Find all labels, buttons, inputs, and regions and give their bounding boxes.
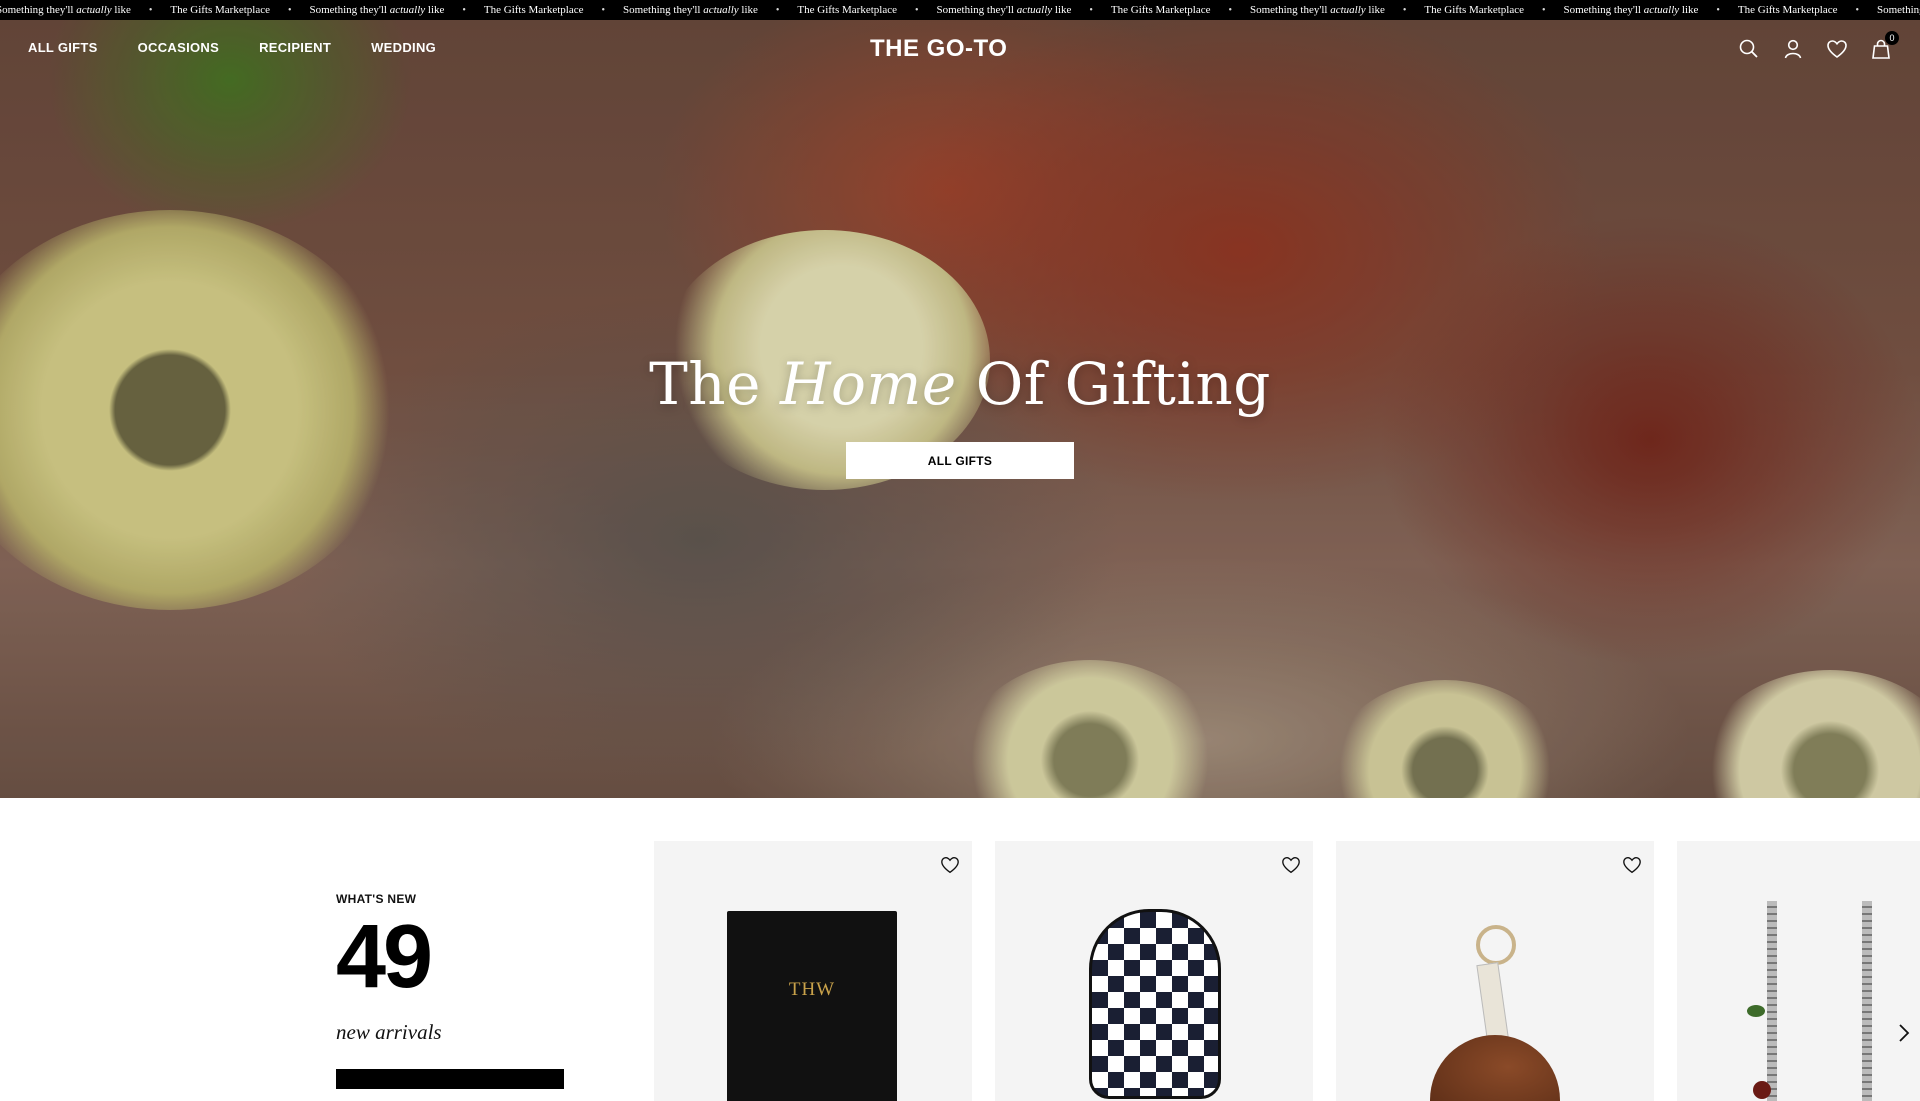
ticker-segment: Something they'll actually like•The Gift… — [1546, 4, 1860, 16]
whats-new-block: WHAT'S NEW 49 new arrivals — [336, 892, 442, 1044]
product-image-earrings — [1747, 901, 1920, 1101]
earring-leaf — [1747, 1005, 1765, 1017]
ticker-separator: • — [601, 4, 605, 16]
main-nav: ALL GIFTS OCCASIONS RECIPIENT WEDDING — [28, 40, 436, 55]
new-arrivals-subtitle: new arrivals — [336, 1020, 442, 1044]
earring-chain-right — [1862, 901, 1872, 1101]
site-logo[interactable]: THE GO-TO — [870, 35, 1007, 63]
product-image-notebook: THW — [727, 911, 897, 1101]
nav-occasions[interactable]: OCCASIONS — [138, 40, 219, 55]
ticker-brand-line: The Gifts Marketplace — [797, 4, 897, 16]
ticker-tagline-post: like — [1365, 4, 1385, 16]
whats-new-label: WHAT'S NEW — [336, 892, 417, 906]
ticker-brand-line: The Gifts Marketplace — [1737, 4, 1838, 16]
ticker-segment: Something they'll actually like•The Gift… — [605, 4, 919, 16]
user-icon[interactable] — [1782, 38, 1804, 60]
product-card-notebook[interactable]: THW — [654, 841, 972, 1101]
hero-title-pre: The — [649, 350, 761, 418]
header-icons: 0 — [1738, 31, 1899, 60]
heart-icon[interactable] — [1281, 855, 1301, 875]
ticker-tagline-em: actually — [76, 4, 112, 16]
hero-title-post: Of Gifting — [975, 350, 1271, 418]
ticker-tagline-pre: Something they'll — [623, 4, 704, 16]
earring-cherry — [1753, 1081, 1771, 1099]
ticker-tagline-pre: Something they'll — [1250, 4, 1331, 16]
cart-count-badge: 0 — [1885, 31, 1899, 45]
heart-icon[interactable] — [1622, 855, 1642, 875]
product-image-paddle-cover — [1089, 909, 1221, 1099]
ticker-separator: • — [1089, 4, 1093, 16]
ticker-tagline-em: actually — [1330, 4, 1366, 16]
ticker-tagline: Something they'll actually like — [1546, 4, 1717, 16]
nav-recipient[interactable]: RECIPIENT — [259, 40, 331, 55]
site-header: ALL GIFTS OCCASIONS RECIPIENT WEDDING TH… — [0, 20, 1920, 80]
ticker-separator: • — [462, 4, 466, 16]
ticker-tagline: Something they'll actually like — [292, 4, 463, 16]
ticker-tagline-em: actually — [1643, 4, 1680, 16]
notebook-monogram: THW — [788, 979, 836, 1000]
ticker-separator: • — [1855, 4, 1859, 16]
ticker-separator: • — [148, 4, 153, 16]
ticker-tagline-pre: Something they'll — [0, 4, 77, 16]
ticker-tagline: Something they'll actually like — [919, 4, 1090, 16]
ticker-track: Something they'll actually like • The Gift… — [0, 0, 1920, 20]
ticker-segment: Something they'll actually like•The Gift… — [1232, 4, 1546, 16]
heart-icon[interactable] — [940, 855, 960, 875]
heart-icon[interactable] — [1826, 38, 1848, 60]
ticker-brand-line: The Gifts Marketplace — [483, 4, 584, 16]
announcement-bar: Something they'll actually like • The Gift… — [0, 0, 1920, 20]
ticker-tagline-em: actually — [1016, 4, 1053, 16]
ticker-tagline: Something they'll actually like — [605, 4, 776, 16]
ticker-tagline: Something they'll actually like — [1232, 4, 1403, 16]
ticker-tagline-pre: Something they'll — [936, 4, 1017, 16]
ticker-brand-line: The Gifts Marketplace — [170, 4, 270, 16]
ticker-separator: • — [1716, 4, 1720, 16]
new-arrivals-count: 49 — [336, 907, 433, 1007]
ticker-separator: • — [287, 4, 292, 16]
ticker-separator: • — [1402, 4, 1407, 16]
ticker-segment: Something they'll actually like•The Gift… — [292, 4, 606, 16]
ticker-tagline-post: like — [1052, 4, 1072, 16]
hero-title-em: Home — [779, 350, 957, 418]
hero-title: The Home Of Gifting — [0, 350, 1920, 418]
ticker-separator: • — [775, 4, 780, 16]
ticker-tagline: Something they'll actually like — [1859, 4, 1920, 16]
hero-banner: The Home Of Gifting ALL GIFTS — [0, 20, 1920, 798]
ticker-tagline-pre: Something they'll — [1877, 4, 1920, 16]
ticker-brand-line: The Gifts Marketplace — [1110, 4, 1211, 16]
product-card-keychain[interactable] — [1336, 841, 1654, 1101]
bag-icon[interactable]: 0 — [1870, 31, 1899, 60]
ticker-tagline-post: like — [111, 4, 131, 16]
ticker-tagline-em: actually — [703, 4, 739, 16]
ticker-tagline-post: like — [425, 4, 445, 16]
product-image-keychain — [1420, 925, 1570, 1101]
keychain-ring — [1476, 925, 1516, 965]
product-card-paddle-cover[interactable] — [995, 841, 1313, 1101]
ticker-separator: • — [1228, 4, 1232, 16]
ticker-segment: Something they'll actually like•The Gift… — [0, 4, 292, 16]
ticker-segment: Something they'll actually like•The Gift… — [1859, 4, 1920, 16]
ticker-brand-line: The Gifts Marketplace — [1424, 4, 1524, 16]
ticker-tagline-post: like — [1679, 4, 1699, 16]
ticker-segment: Something they'll actually like•The Gift… — [919, 4, 1233, 16]
ticker-tagline-pre: Something they'll — [1563, 4, 1644, 16]
product-card-earrings[interactable] — [1677, 841, 1920, 1101]
nav-wedding[interactable]: WEDDING — [371, 40, 436, 55]
earring-chain-left — [1767, 901, 1777, 1101]
hero-all-gifts-button[interactable]: ALL GIFTS — [846, 442, 1074, 479]
ticker-tagline: Something they'll actually like — [0, 4, 149, 16]
ticker-separator: • — [1541, 4, 1546, 16]
ticker-tagline-post: like — [738, 4, 758, 16]
chevron-right-icon[interactable] — [1894, 1022, 1914, 1044]
ticker-separator: • — [914, 4, 919, 16]
search-icon[interactable] — [1738, 38, 1760, 60]
ticker-tagline-pre: Something they'll — [309, 4, 390, 16]
shop-new-arrivals-button[interactable] — [336, 1069, 564, 1089]
keychain-leather — [1430, 1035, 1560, 1101]
nav-all-gifts[interactable]: ALL GIFTS — [28, 40, 98, 55]
ticker-tagline-em: actually — [389, 4, 426, 16]
